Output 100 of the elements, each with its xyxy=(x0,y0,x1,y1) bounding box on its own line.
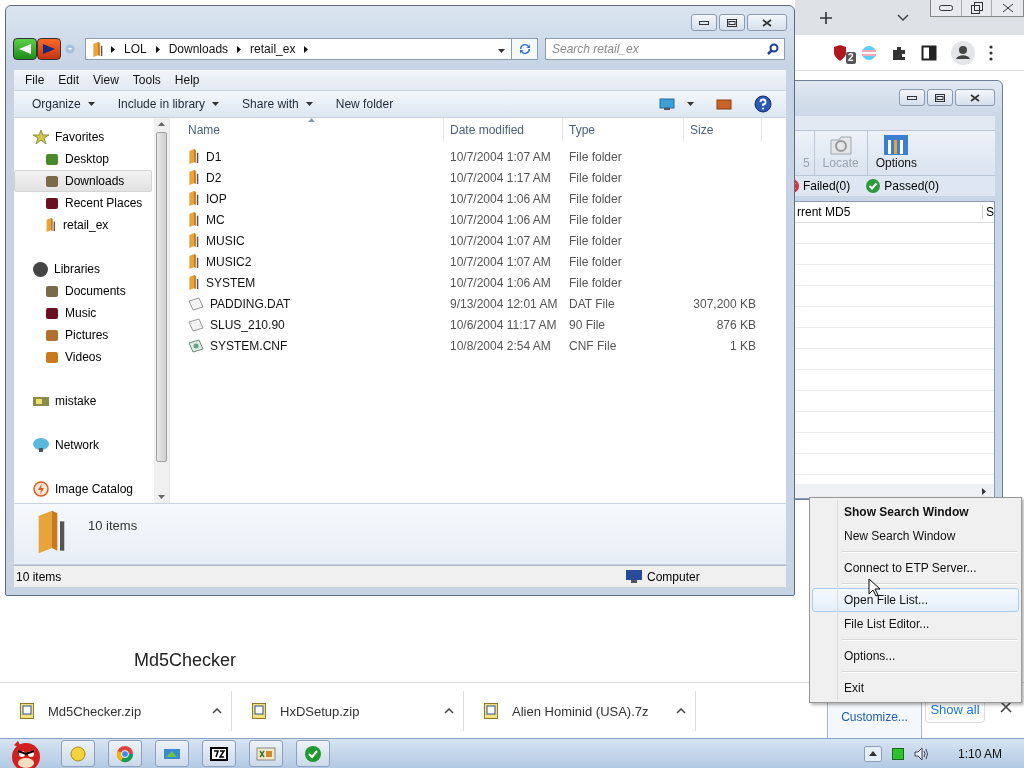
chevron-up-icon[interactable] xyxy=(212,708,222,714)
nav-item[interactable]: Network xyxy=(14,434,152,456)
restore-button[interactable] xyxy=(961,0,991,16)
filter-label[interactable]: Passed(0) xyxy=(884,179,939,193)
close-button[interactable] xyxy=(955,89,995,106)
file-row[interactable]: MUSIC 10/7/2004 1:07 AM File folder xyxy=(170,230,786,251)
file-row[interactable]: SLUS_210.90 10/6/2004 11:17 AM 90 File 876 KB xyxy=(170,314,786,335)
chevron-up-icon[interactable] xyxy=(444,708,454,714)
column-header[interactable]: Size xyxy=(684,118,762,142)
nav-item[interactable]: Downloads xyxy=(14,170,152,192)
more-menu-icon[interactable] xyxy=(989,44,993,61)
file-row[interactable]: IOP 10/7/2004 1:06 AM File folder xyxy=(170,188,786,209)
chevron-up-icon[interactable] xyxy=(676,708,686,714)
breadcrumb-item[interactable]: LOL xyxy=(122,42,149,56)
scroll-right-icon[interactable] xyxy=(982,487,986,495)
menu-item[interactable]: File xyxy=(18,73,52,87)
nav-label: Network xyxy=(55,438,99,452)
nav-item[interactable]: Recent Places xyxy=(14,192,152,214)
archive-file-icon xyxy=(484,703,498,719)
archiver-app-icon[interactable] xyxy=(202,740,236,767)
nav-label: Pictures xyxy=(65,328,109,342)
nav-item[interactable]: retail_ex xyxy=(14,214,152,236)
forward-button[interactable] xyxy=(37,38,61,60)
profile-icon[interactable] xyxy=(951,40,975,65)
nav-item[interactable]: Pictures xyxy=(14,324,152,346)
maximize-button[interactable] xyxy=(927,89,953,106)
nav-item[interactable]: Music xyxy=(14,302,152,324)
minimize-button[interactable] xyxy=(931,0,961,16)
command-button[interactable]: New folder xyxy=(327,93,409,115)
menu-item[interactable]: New Search Window xyxy=(812,524,1019,548)
download-name: Alien Hominid (USA).7z xyxy=(512,703,650,719)
close-button[interactable] xyxy=(747,14,787,31)
menu-item[interactable]: Help xyxy=(167,73,207,87)
maximize-button[interactable] xyxy=(719,14,745,31)
refresh-button[interactable] xyxy=(512,38,538,60)
file-row[interactable]: SYSTEM 10/7/2004 1:06 AM File folder xyxy=(170,272,786,293)
command-button[interactable]: Share with xyxy=(234,93,328,115)
menu-item[interactable]: Tools xyxy=(125,73,168,87)
nav-item[interactable]: Libraries xyxy=(14,258,152,280)
nav-item[interactable]: Documents xyxy=(14,280,152,302)
scrollbar-thumb[interactable] xyxy=(156,132,167,462)
menu-item[interactable]: View xyxy=(86,73,126,87)
file-row[interactable]: MUSIC2 10/7/2004 1:07 AM File folder xyxy=(170,251,786,272)
file-row[interactable]: MC 10/7/2004 1:06 AM File folder xyxy=(170,209,786,230)
nav-item[interactable]: Videos xyxy=(14,346,152,368)
command-button[interactable]: Organize xyxy=(24,93,110,115)
minimize-button[interactable] xyxy=(899,89,925,106)
column-header[interactable]: S xyxy=(982,205,994,219)
scroll-down-icon[interactable] xyxy=(158,495,165,499)
column-header[interactable]: Date modified xyxy=(444,118,563,142)
view-icon[interactable] xyxy=(659,98,675,110)
menu-item[interactable]: Show Search Window xyxy=(812,500,1019,524)
address-bar[interactable]: LOL Downloads retail_ex xyxy=(85,38,512,60)
nav-item[interactable]: Image Catalog xyxy=(14,478,152,500)
menu-item[interactable]: Options... xyxy=(812,644,1019,668)
breadcrumb-item[interactable]: retail_ex xyxy=(248,42,298,56)
search-field[interactable]: Search retail_ex xyxy=(545,38,785,60)
filter-label[interactable]: Failed(0) xyxy=(802,179,851,193)
minimize-button[interactable] xyxy=(691,14,717,31)
clock[interactable]: 1:10 AM xyxy=(957,746,1002,761)
menu-item[interactable]: Edit xyxy=(51,73,87,87)
puzzle-icon[interactable] xyxy=(891,44,907,61)
checkmark-app-icon[interactable] xyxy=(296,740,330,767)
nav-item[interactable]: Favorites xyxy=(14,126,152,148)
file-row[interactable]: D2 10/7/2004 1:17 AM File folder xyxy=(170,167,786,188)
column-header[interactable]: rrent MD5 xyxy=(797,205,982,219)
file-row[interactable]: PADDING.DAT 9/13/2004 12:01 AM DAT File 307,200 KB xyxy=(170,293,786,314)
scroll-up-icon[interactable] xyxy=(158,122,165,126)
help-icon[interactable] xyxy=(754,95,772,113)
speaker-icon[interactable] xyxy=(913,746,930,761)
nav-item[interactable]: mistake xyxy=(14,390,152,412)
nav-label: Favorites xyxy=(55,130,105,144)
side-panel-icon[interactable] xyxy=(921,44,937,61)
breadcrumb-item[interactable]: Downloads xyxy=(166,42,231,56)
chevron-down-icon[interactable] xyxy=(897,14,909,21)
menu-item[interactable]: File List Editor... xyxy=(812,612,1019,636)
taskbar-app-icon[interactable] xyxy=(155,740,189,767)
command-button[interactable]: Include in library xyxy=(109,93,235,115)
menu-item[interactable]: Connect to ETP Server... xyxy=(812,556,1019,580)
network-status-icon[interactable] xyxy=(891,747,904,760)
preview-pane-icon[interactable] xyxy=(716,98,732,110)
date-cell-text: 10/7/2004 1:06 AM xyxy=(449,212,552,227)
close-icon xyxy=(1001,3,1014,13)
nav-label: Downloads xyxy=(65,174,125,188)
file-row[interactable]: D1 10/7/2004 1:07 AM File folder xyxy=(170,146,786,167)
show-hidden-icons-button[interactable] xyxy=(863,745,882,762)
file-row[interactable]: SYSTEM.CNF 10/8/2004 2:54 AM CNF File 1 KB xyxy=(170,335,786,356)
close-icon[interactable] xyxy=(999,700,1013,714)
column-header[interactable]: Type xyxy=(563,118,684,142)
menu-item[interactable]: Open File List... xyxy=(812,588,1019,612)
browser-app-icon[interactable] xyxy=(108,740,142,767)
nav-item[interactable]: Desktop xyxy=(14,148,152,170)
back-button[interactable] xyxy=(13,38,37,60)
column-header[interactable]: Name xyxy=(170,118,444,142)
toolbar-button[interactable]: Options xyxy=(866,131,925,175)
shield-icon[interactable] xyxy=(833,44,847,61)
download-name: Md5Checker.zip xyxy=(48,703,143,719)
hex-editor-app-icon[interactable] xyxy=(249,740,283,767)
vertical-scrollbar[interactable] xyxy=(154,118,169,503)
customize-link[interactable]: Customize... xyxy=(841,710,908,724)
